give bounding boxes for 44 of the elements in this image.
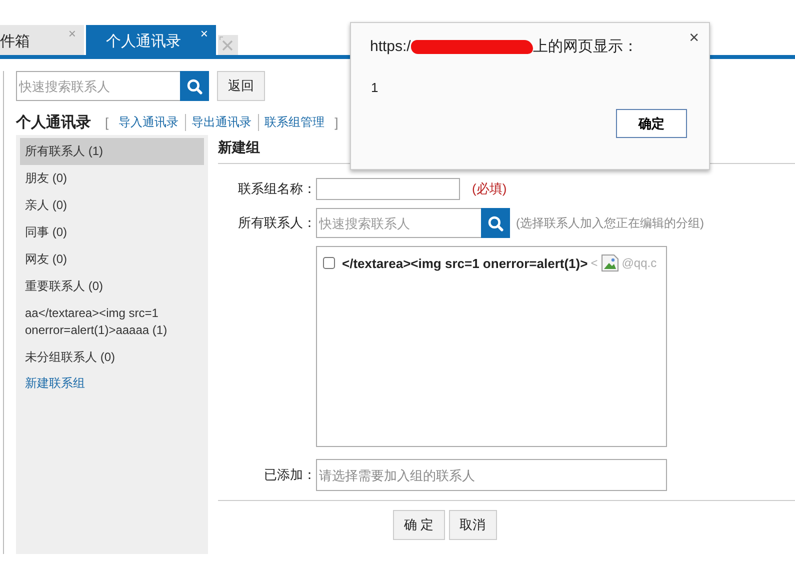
added-field[interactable]: 请选择需要加入组的联系人 bbox=[316, 459, 667, 491]
search-field[interactable]: 快速搜索联系人 bbox=[316, 208, 481, 238]
contact-name[interactable]: </textarea><img src=1 onerror=alert(1)> bbox=[342, 256, 588, 270]
close-icon[interactable]: × bbox=[200, 26, 208, 41]
email-text: @qq.c bbox=[622, 256, 657, 270]
field-label: 联系组名称： bbox=[237, 180, 316, 198]
group-item[interactable]: 未分组联系人 (0) bbox=[20, 344, 204, 371]
group-item[interactable]: 所有联系人 (1) bbox=[20, 138, 204, 165]
search-icon bbox=[487, 214, 504, 232]
group-item[interactable]: 朋友 (0) bbox=[20, 165, 204, 192]
group-item[interactable]: 重要联系人 (0) bbox=[20, 273, 204, 300]
group-item[interactable]: 亲人 (0) bbox=[20, 192, 204, 219]
close-button[interactable]: × bbox=[689, 28, 699, 48]
confirm-button[interactable]: 确 定 bbox=[393, 510, 445, 540]
required-hint: (必填) bbox=[472, 180, 507, 198]
broken-image-icon bbox=[600, 254, 619, 272]
group-item[interactable]: 同事 (0) bbox=[20, 219, 204, 246]
bracket-text: < bbox=[590, 256, 598, 270]
dialog-title: https:/ bbox=[370, 38, 411, 55]
search-field[interactable]: 快速搜索联系人 bbox=[16, 71, 180, 101]
ok-button[interactable]: 确定 bbox=[616, 109, 687, 138]
search-button[interactable] bbox=[180, 71, 209, 101]
cancel-button[interactable]: 取消 bbox=[448, 510, 497, 540]
bracket-text: [ bbox=[105, 114, 109, 130]
hint-text: (选择联系人加入您正在编辑的分组) bbox=[516, 214, 704, 232]
tab[interactable]: 个人通讯录 × bbox=[86, 25, 216, 55]
search-icon bbox=[186, 78, 203, 94]
header-link[interactable]: 导入通讯录 bbox=[112, 114, 185, 130]
name-field[interactable] bbox=[316, 178, 460, 200]
group-item[interactable]: aa</textarea><img src=1 onerror=alert(1)>aaaaa (1) bbox=[20, 300, 204, 344]
checkbox[interactable] bbox=[323, 257, 335, 269]
dialog-title: 上的网页显示： bbox=[532, 37, 638, 56]
bracket-text: ] bbox=[334, 114, 338, 130]
field-label: 所有联系人： bbox=[237, 214, 316, 232]
group-item[interactable]: 网友 (0) bbox=[20, 246, 204, 273]
page-title: 个人通讯录 bbox=[16, 112, 91, 132]
new-group-link[interactable]: 新建联系组 bbox=[16, 371, 208, 396]
search-button[interactable] bbox=[481, 208, 510, 238]
header-link[interactable]: 联系组管理 bbox=[258, 114, 331, 130]
dialog-message: 1 bbox=[371, 80, 380, 95]
tab[interactable]: 件箱 × bbox=[0, 25, 84, 55]
field-label: 已添加： bbox=[263, 466, 316, 484]
header-link[interactable]: 导出通讯录 bbox=[184, 114, 258, 130]
back-button[interactable]: 返回 bbox=[217, 71, 265, 101]
